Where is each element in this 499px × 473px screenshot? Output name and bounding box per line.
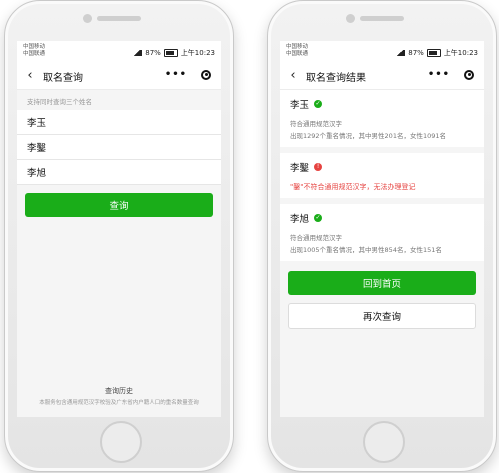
more-dots-icon[interactable]: •••	[165, 69, 187, 80]
result-name: 李旭	[290, 214, 310, 225]
result-card: 李鑿 ! "鑿"不符合通用规范汉字，无法办理登记	[280, 153, 484, 198]
result-warning-text: "鑿"不符合通用规范汉字，无法办理登记	[290, 183, 416, 191]
target-circle-icon[interactable]	[464, 69, 474, 80]
signal-icon	[395, 50, 406, 56]
camera-dot	[346, 14, 355, 23]
check-circle-icon: ✓	[314, 214, 323, 222]
battery-percent: 87%	[408, 49, 424, 57]
screen-query: 中国移动 中国联通 87% 上午10:23 ‹ 取名查询 ••• 支持同时查询三…	[17, 41, 221, 417]
screen-result: 中国移动 中国联通 87% 上午10:23 ‹ 取名查询结果 ••• 李玉 ✓	[280, 41, 484, 417]
history-section: 查询历史 本服务包含通用规范汉字校验及广东省内户籍人口的重名数量查询	[17, 386, 221, 407]
capsule-menu: •••	[165, 69, 211, 80]
input-hint: 支持同时查询三个姓名	[17, 90, 221, 110]
home-button[interactable]	[100, 421, 142, 463]
result-name-row: 李玉 ✓	[290, 97, 474, 111]
target-circle-icon[interactable]	[201, 69, 211, 80]
clock: 上午10:23	[443, 49, 478, 57]
status-bar: 中国移动 中国联通 87% 上午10:23	[280, 41, 484, 63]
query-button[interactable]: 查询	[25, 193, 213, 217]
status-right: 87% 上午10:23	[395, 48, 478, 58]
error-circle-icon: !	[314, 163, 323, 171]
page-title: 取名查询结果	[306, 72, 366, 84]
result-card: 李玉 ✓ 符合通用规范汉字 出现1292个重名情况，其中男性201名，女性109…	[280, 90, 484, 147]
back-home-button[interactable]: 回到首页	[288, 271, 476, 295]
result-card: 李旭 ✓ 符合通用规范汉字 出现1005个重名情况，其中男性854名，女性151…	[280, 204, 484, 261]
name-input-2[interactable]: 李鑿	[17, 135, 221, 160]
result-valid-text: 符合通用规范汉字	[290, 120, 342, 128]
battery-icon	[163, 49, 178, 57]
nav-bar: ‹ 取名查询 •••	[17, 63, 221, 90]
chevron-left-icon[interactable]: ‹	[284, 63, 302, 89]
phone-frame-right: 中国移动 中国联通 87% 上午10:23 ‹ 取名查询结果 ••• 李玉 ✓	[267, 0, 497, 472]
page-title: 取名查询	[43, 72, 83, 84]
speaker-grille	[97, 16, 141, 21]
result-name: 李鑿	[290, 163, 310, 174]
carrier-top: 中国移动	[286, 44, 309, 50]
status-bar: 中国移动 中国联通 87% 上午10:23	[17, 41, 221, 63]
signal-icon	[132, 50, 143, 56]
phone-frame-left: 中国移动 中国联通 87% 上午10:23 ‹ 取名查询 ••• 支持同时查询三…	[4, 0, 234, 472]
chevron-left-icon[interactable]: ‹	[21, 63, 39, 89]
camera-dot	[83, 14, 92, 23]
capsule-menu: •••	[428, 69, 474, 80]
clock: 上午10:23	[180, 49, 215, 57]
check-circle-icon: ✓	[314, 100, 323, 108]
carrier-bottom: 中国联通	[286, 51, 309, 57]
result-name: 李玉	[290, 100, 310, 111]
carrier-bottom: 中国联通	[23, 51, 46, 57]
name-input-1[interactable]: 李玉	[17, 110, 221, 135]
result-valid-text: 符合通用规范汉字	[290, 234, 342, 242]
history-description: 本服务包含通用规范汉字校验及广东省内户籍人口的重名数量查询	[39, 400, 199, 406]
carrier-labels: 中国移动 中国联通	[23, 44, 45, 58]
history-link[interactable]: 查询历史	[17, 386, 221, 396]
speaker-grille	[360, 16, 404, 21]
result-count-text: 出现1292个重名情况，其中男性201名，女性1091名	[290, 132, 446, 140]
carrier-top: 中国移动	[23, 44, 46, 50]
result-name-row: 李鑿 !	[290, 160, 474, 174]
battery-icon	[426, 49, 441, 57]
more-dots-icon[interactable]: •••	[428, 69, 450, 80]
battery-percent: 87%	[145, 49, 161, 57]
carrier-labels: 中国移动 中国联通	[286, 44, 308, 58]
name-input-3[interactable]: 李旭	[17, 160, 221, 185]
home-button[interactable]	[363, 421, 405, 463]
result-count-text: 出现1005个重名情况，其中男性854名，女性151名	[290, 246, 442, 254]
query-again-button[interactable]: 再次查询	[288, 303, 476, 329]
nav-bar: ‹ 取名查询结果 •••	[280, 63, 484, 90]
result-name-row: 李旭 ✓	[290, 211, 474, 225]
status-right: 87% 上午10:23	[132, 48, 215, 58]
